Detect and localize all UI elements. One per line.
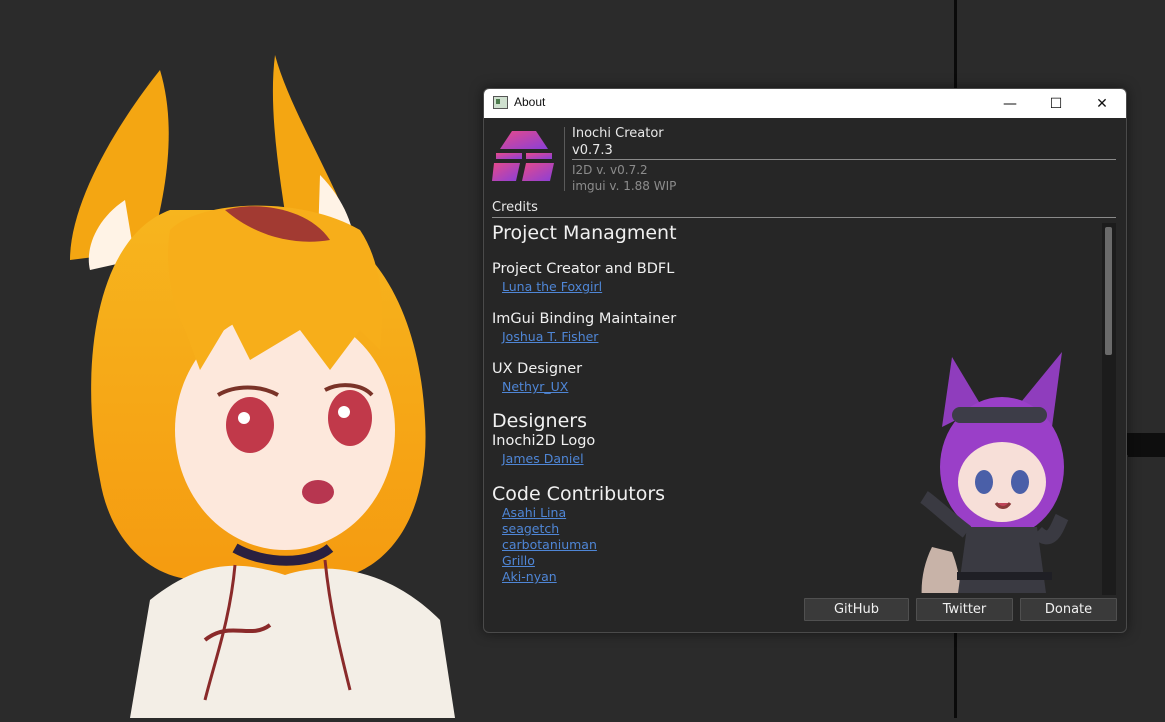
- app-name: Inochi Creator: [572, 126, 664, 141]
- about-window: About — ☐ ✕ Inochi Creator v0.7.3 I2D v.…: [483, 88, 1127, 633]
- viewport-panel-edge: [1125, 433, 1165, 455]
- credit-link[interactable]: James Daniel: [502, 451, 584, 466]
- viewport-panel-edge-line: [1128, 455, 1165, 457]
- credits-label: Credits: [492, 200, 538, 215]
- minimize-icon[interactable]: —: [987, 89, 1033, 118]
- header-divider: [564, 127, 565, 191]
- credit-link[interactable]: Luna the Foxgirl: [502, 279, 602, 294]
- section-heading: Code Contributors: [492, 483, 666, 505]
- github-button[interactable]: GitHub: [804, 598, 909, 621]
- role-title: ImGui Binding Maintainer: [492, 311, 677, 327]
- maximize-icon[interactable]: ☐: [1033, 89, 1079, 118]
- credits-scroll-area[interactable]: Project Managment Project Creator and BD…: [492, 219, 1102, 593]
- inochi-creator-logo: [492, 131, 554, 181]
- scrollbar-thumb[interactable]: [1105, 227, 1112, 355]
- close-icon[interactable]: ✕: [1079, 89, 1125, 118]
- contributor-link[interactable]: Grillo: [502, 553, 535, 568]
- i2d-version: I2D v. v0.7.2: [572, 163, 648, 177]
- window-title: About: [514, 95, 546, 109]
- credits-separator: [492, 217, 1116, 218]
- credits-scrollbar[interactable]: [1102, 223, 1116, 595]
- credit-link[interactable]: Nethyr_UX: [502, 379, 568, 394]
- role-title: UX Designer: [492, 361, 583, 377]
- role-title: Project Creator and BDFL: [492, 261, 675, 277]
- version-separator: [572, 159, 1116, 160]
- contributor-link[interactable]: seagetch: [502, 521, 559, 536]
- section-heading: Designers: [492, 410, 587, 432]
- imgui-version: imgui v. 1.88 WIP: [572, 179, 677, 193]
- app-version: v0.7.3: [572, 143, 613, 158]
- credit-link[interactable]: Joshua T. Fisher: [502, 329, 598, 344]
- contributor-link[interactable]: Aki-nyan: [502, 569, 557, 584]
- section-heading: Project Managment: [492, 222, 677, 244]
- window-app-icon: [493, 96, 508, 109]
- donate-button[interactable]: Donate: [1020, 598, 1117, 621]
- contributor-link[interactable]: carbotaniuman: [502, 537, 597, 552]
- title-bar[interactable]: About — ☐ ✕: [484, 89, 1126, 118]
- twitter-button[interactable]: Twitter: [916, 598, 1013, 621]
- contributor-link[interactable]: Asahi Lina: [502, 505, 566, 520]
- role-title: Inochi2D Logo: [492, 433, 596, 449]
- mascot-illustration: [920, 352, 1069, 593]
